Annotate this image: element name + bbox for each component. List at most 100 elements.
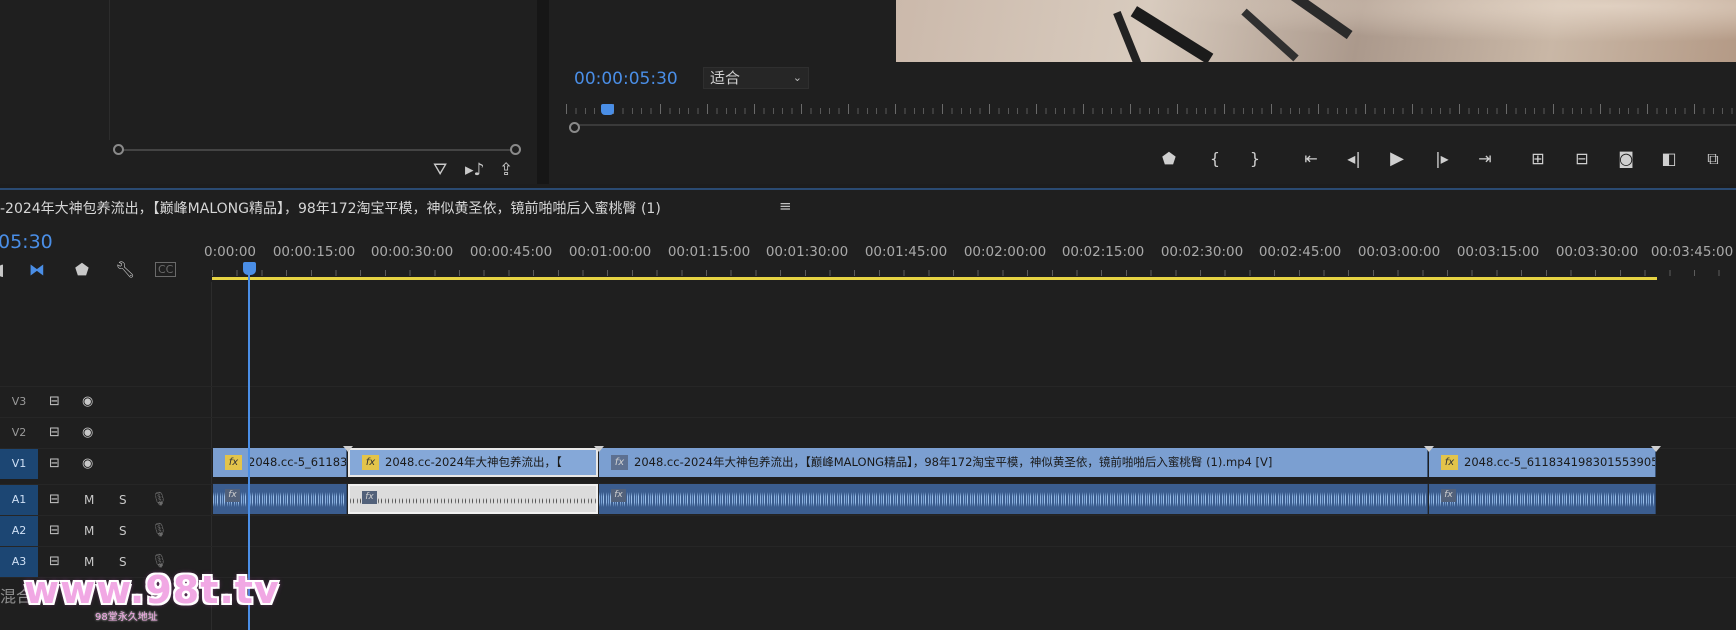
panel-menu-icon[interactable]: ≡ [779, 197, 792, 215]
monitor-timecode[interactable]: 00:00:05:30 [574, 69, 678, 89]
ruler-label: 00:01:45:00 [864, 244, 948, 260]
watermark-logo: www.98t.tv [24, 568, 280, 612]
play-icon[interactable]: ▶ [1384, 148, 1410, 170]
audio-waveform [599, 492, 1427, 507]
step-back-icon[interactable]: ◂| [1341, 148, 1367, 170]
clip-label: 2048.cc-2024年大神包养流出，【巅峰MALONG精品】，98年172淘… [634, 455, 1273, 469]
add-marker-icon[interactable]: ⬟ [1156, 148, 1182, 170]
timeline-ruler-ticks [212, 263, 1736, 276]
ruler-label: 00:01:30:00 [765, 244, 849, 260]
monitor-playhead[interactable] [601, 104, 614, 115]
filter-icon[interactable]: ⛛ [433, 161, 447, 179]
ruler-label: 00:00:15:00 [272, 244, 356, 260]
track-a2[interactable]: A2 ⊟ M S 🎙︎ [0, 515, 1736, 546]
mute-button[interactable]: M [84, 516, 94, 546]
camera-icon[interactable]: ◙ [1613, 148, 1639, 170]
step-forward-icon[interactable]: |▸ [1429, 148, 1455, 170]
zoom-fit-label: 适合 [710, 69, 741, 87]
audio-automate-icon[interactable]: ▸♪ [465, 161, 484, 179]
snap-icon[interactable]: ◖ [0, 260, 4, 279]
mute-button[interactable]: M [84, 485, 94, 515]
export-icon[interactable]: ⇪ [499, 161, 513, 179]
video-clip[interactable]: fx 2048.cc-2024年大神包养流出，【巅峰MALONG精品】，98年17… [599, 448, 1428, 477]
project-panel [0, 0, 537, 184]
track-label-v1[interactable]: V1 [0, 449, 38, 479]
lift-icon[interactable]: ⊞ [1525, 148, 1551, 170]
watermark-subtext: 98堂永久地址 [95, 612, 158, 623]
fx-badge: fx [362, 455, 379, 470]
toggle-sync-icon[interactable]: ⊟ [49, 485, 60, 515]
compare-icon[interactable]: ◧ [1656, 148, 1682, 170]
scroll-handle-left[interactable] [113, 144, 124, 155]
ruler-label: 0:00:00 [203, 244, 257, 260]
zoom-fit-select[interactable]: 适合 ⌄ [703, 67, 809, 89]
solo-button[interactable]: S [119, 516, 127, 546]
panel-divider [109, 0, 110, 140]
sequence-tab-title[interactable]: -2024年大神包养流出，【巅峰MALONG精品】，98年172淘宝平模，神似黄… [0, 198, 661, 218]
ruler-label: 00:03:15:00 [1456, 244, 1540, 260]
go-to-out-icon[interactable]: ⇥ [1472, 148, 1498, 170]
linked-selection-icon[interactable]: ⧓ [29, 260, 45, 279]
ruler-label: 00:01:15:00 [667, 244, 751, 260]
extract-icon[interactable]: ⊟ [1569, 148, 1595, 170]
go-to-in-icon[interactable]: ⇤ [1298, 148, 1324, 170]
panel-gutter [537, 0, 549, 184]
ruler-label: 00:00:30:00 [370, 244, 454, 260]
timeline-ruler-labels[interactable]: 0:00:00 00:00:15:00 00:00:30:00 00:00:45… [204, 244, 1736, 262]
clip-edge-marker [594, 446, 604, 452]
ruler-label: 00:03:45:00 [1650, 244, 1734, 260]
scroll-handle-right[interactable] [510, 144, 521, 155]
eye-icon[interactable]: ◉ [82, 387, 93, 417]
ruler-label: 00:02:00:00 [963, 244, 1047, 260]
ruler-label: 00:02:15:00 [1061, 244, 1145, 260]
replace-icon[interactable]: ⧉ [1700, 148, 1726, 170]
work-area-bar[interactable] [212, 277, 1657, 280]
track-label-v3[interactable]: V3 [0, 387, 38, 417]
audio-clip[interactable]: fx [599, 484, 1428, 514]
toggle-sync-icon[interactable]: ⊟ [49, 418, 60, 448]
mark-in-icon[interactable]: { [1202, 148, 1228, 170]
chevron-down-icon: ⌄ [792, 71, 802, 84]
microphone-icon[interactable]: 🎙︎ [151, 485, 168, 515]
ruler-label: 00:00:45:00 [469, 244, 553, 260]
clip-edge-marker [343, 446, 353, 452]
audio-waveform [1429, 492, 1655, 507]
audio-clip-selected[interactable]: fx [348, 484, 598, 514]
project-scrollbar[interactable] [119, 149, 515, 151]
video-clip-selected[interactable]: fx 2048.cc-2024年大神包养流出，【 [348, 448, 598, 477]
track-v2[interactable]: V2 ⊟ ◉ [0, 417, 1736, 447]
mark-out-icon[interactable]: } [1242, 148, 1268, 170]
clip-edge-marker [1651, 446, 1661, 452]
video-clip[interactable]: fx 2048.cc-5_6118341983015539051.m [1429, 448, 1656, 477]
ruler-label: 00:03:30:00 [1555, 244, 1639, 260]
fx-badge: fx [225, 455, 242, 470]
microphone-icon[interactable]: 🎙︎ [151, 516, 168, 546]
timeline-timecode[interactable]: 05:30 [0, 231, 53, 253]
audio-clip[interactable]: fx [1429, 484, 1656, 514]
monitor-zoom-handle[interactable] [569, 122, 580, 133]
track-label-a1[interactable]: A1 [0, 485, 38, 515]
eye-icon[interactable]: ◉ [82, 449, 93, 479]
monitor-ruler-major-ticks [566, 104, 1736, 114]
fx-badge: fx [611, 489, 626, 502]
video-preview [896, 0, 1736, 62]
video-clip[interactable]: fx 2048.cc-5_611834 [213, 448, 347, 477]
track-v3[interactable]: V3 ⊟ ◉ [0, 386, 1736, 416]
ruler-label: 00:03:00:00 [1357, 244, 1441, 260]
toggle-sync-icon[interactable]: ⊟ [49, 449, 60, 479]
fx-badge: fx [362, 491, 377, 504]
timeline-playhead[interactable] [243, 262, 256, 275]
solo-button[interactable]: S [119, 485, 127, 515]
toggle-sync-icon[interactable]: ⊟ [49, 387, 60, 417]
clip-label: 2048.cc-2024年大神包养流出，【 [385, 455, 562, 469]
track-label-a2[interactable]: A2 [0, 516, 38, 546]
toggle-sync-icon[interactable]: ⊟ [49, 516, 60, 546]
clip-label: 2048.cc-5_6118341983015539051.m [1464, 455, 1655, 469]
audio-clip[interactable]: fx [213, 484, 347, 514]
monitor-zoom-bar[interactable] [577, 124, 1736, 126]
add-marker-icon[interactable]: ⬟ [75, 260, 89, 279]
wrench-icon[interactable]: 🔧︎ [115, 260, 135, 279]
track-label-v2[interactable]: V2 [0, 418, 38, 448]
captions-icon[interactable]: CC [155, 262, 177, 277]
eye-icon[interactable]: ◉ [82, 418, 93, 448]
